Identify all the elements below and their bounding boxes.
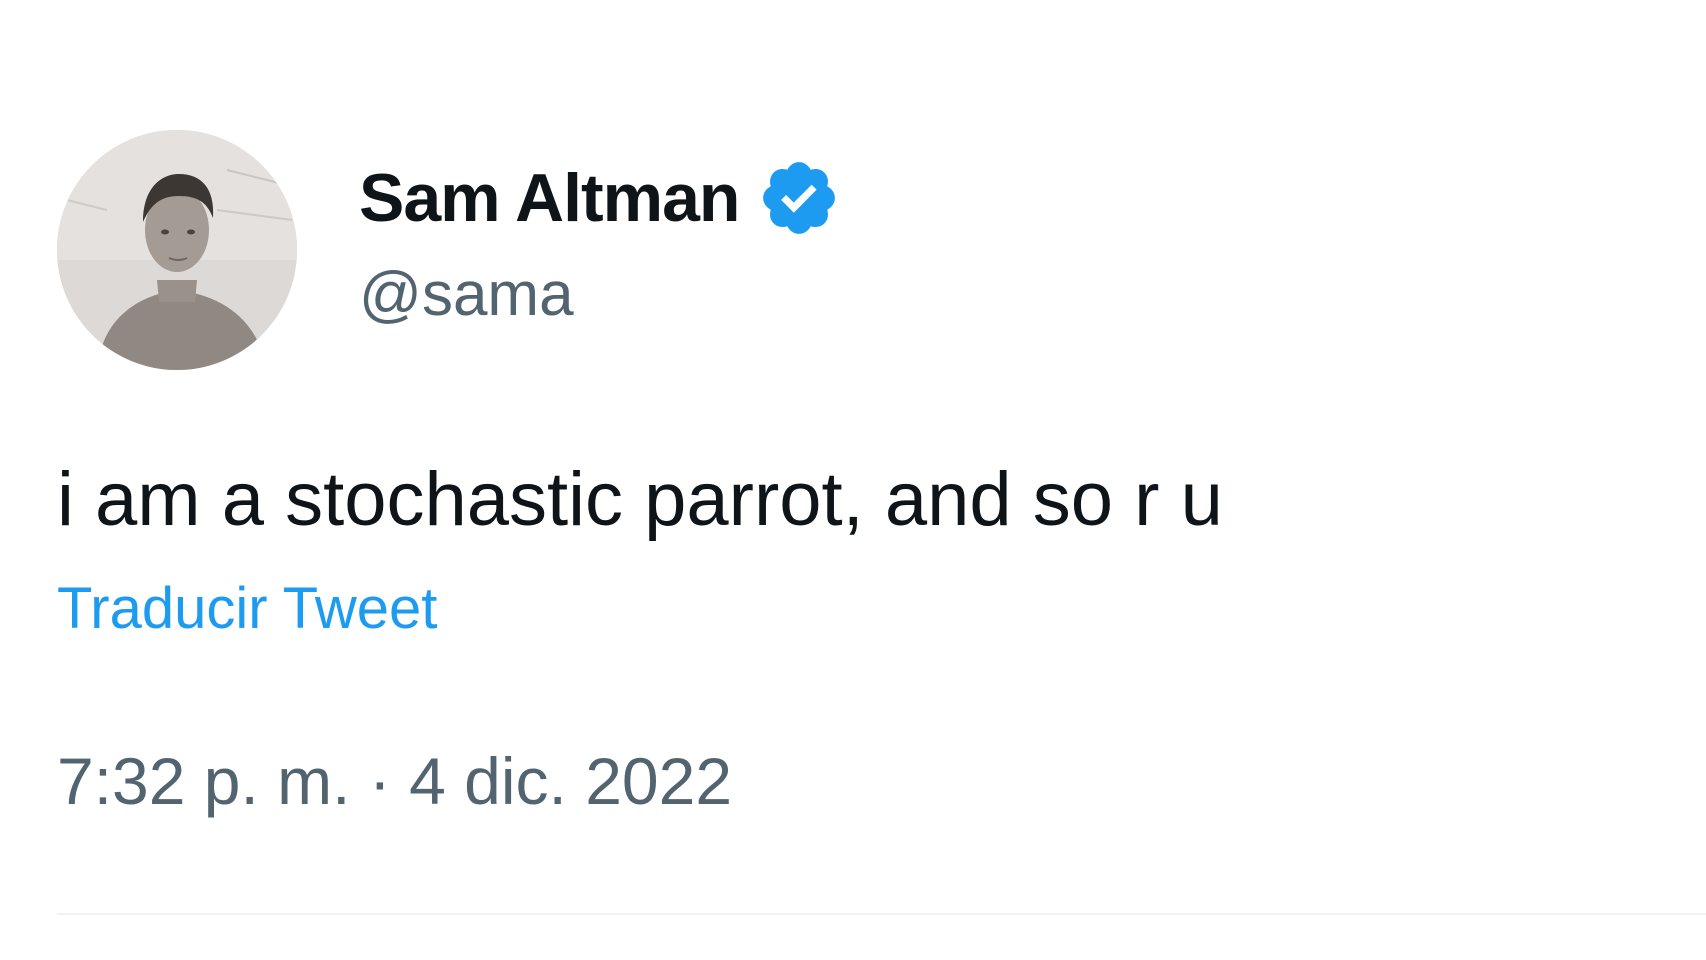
tweet-timestamp[interactable]: 7:32 p. m. · 4 dic. 2022 xyxy=(57,748,732,814)
author-display-name[interactable]: Sam Altman xyxy=(359,164,740,232)
tweet-text: i am a stochastic parrot, and so r u xyxy=(57,457,1223,542)
author-name-row[interactable]: Sam Altman xyxy=(359,156,841,240)
translate-tweet-link[interactable]: Traducir Tweet xyxy=(57,580,437,638)
profile-photo-icon xyxy=(57,130,297,370)
tweet-card: Sam Altman @sama i am a stochastic parro… xyxy=(0,0,1706,960)
verified-badge-icon xyxy=(757,156,841,240)
author-handle[interactable]: @sama xyxy=(359,264,574,326)
author-avatar[interactable] xyxy=(57,130,297,370)
divider xyxy=(57,913,1706,915)
